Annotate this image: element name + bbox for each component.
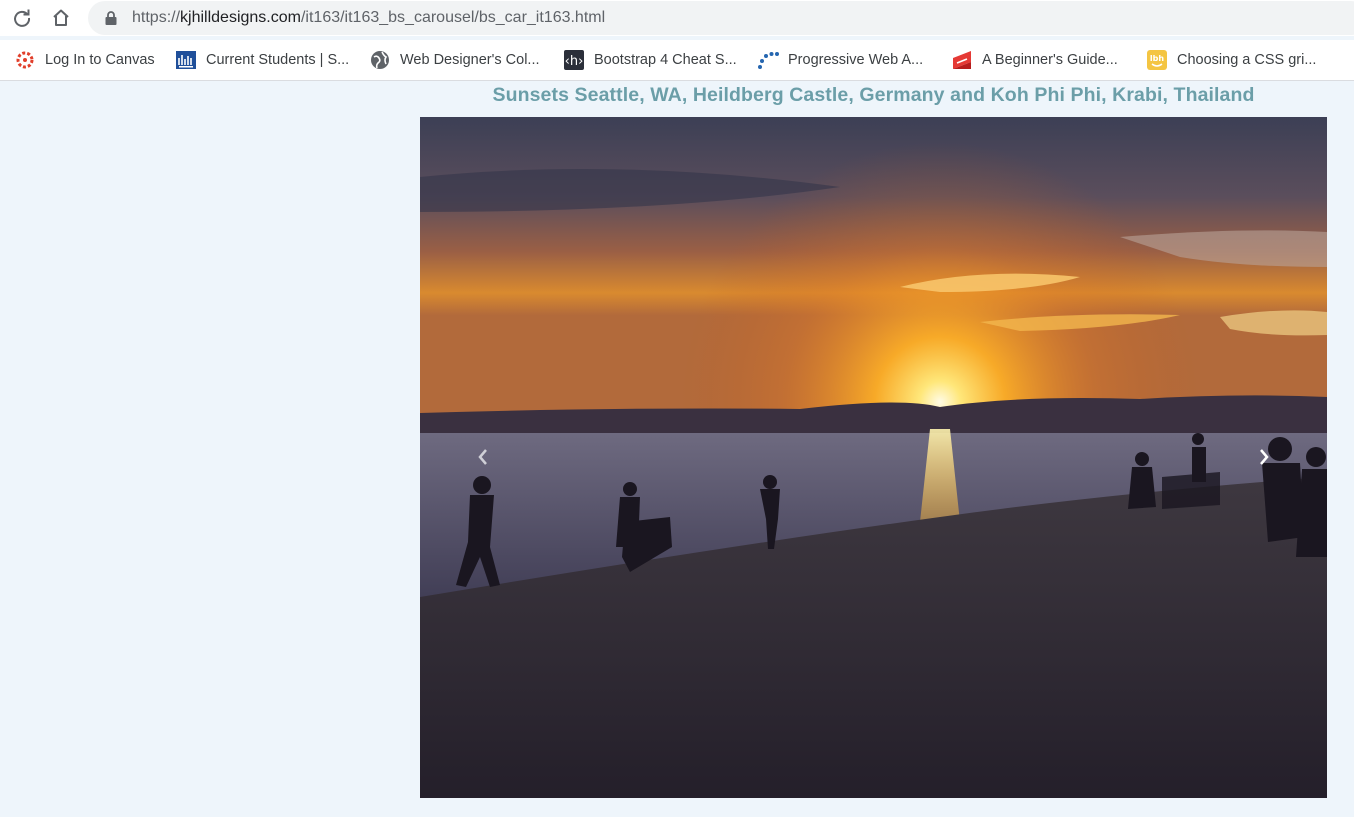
dots-icon — [757, 49, 779, 71]
url-text: https://kjhilldesigns.com/it163/it163_bs… — [132, 9, 605, 27]
h-icon: ‹h› — [563, 49, 585, 71]
bookmark-bootstrap-cheat[interactable]: ‹h› Bootstrap 4 Cheat S... — [563, 48, 737, 72]
svg-text:lbh: lbh — [1150, 54, 1164, 63]
globe-icon — [369, 49, 391, 71]
url-path: /it163/it163_bs_carousel/bs_car_it163.ht… — [300, 9, 606, 26]
bookmark-progressive-web[interactable]: Progressive Web A... — [757, 48, 923, 72]
bookmark-canvas[interactable]: Log In to Canvas — [14, 48, 155, 72]
browser-toolbar: https://kjhilldesigns.com/it163/it163_bs… — [0, 0, 1354, 36]
bookmark-current-students[interactable]: Current Students | S... — [175, 48, 349, 72]
bookmark-beginners-guide[interactable]: A Beginner's Guide... — [951, 48, 1118, 72]
bookmark-label: Log In to Canvas — [45, 52, 155, 68]
bookmark-css-grid[interactable]: lbh Choosing a CSS gri... — [1146, 48, 1316, 72]
bookmark-web-designer[interactable]: Web Designer's Col... — [369, 48, 540, 72]
reload-button[interactable] — [10, 6, 34, 30]
college-icon — [175, 49, 197, 71]
bookmark-label: Web Designer's Col... — [400, 52, 540, 68]
url-scheme: https:// — [132, 9, 181, 26]
address-bar[interactable]: https://kjhilldesigns.com/it163/it163_bs… — [88, 1, 1354, 35]
url-host: kjhilldesigns.com — [180, 9, 301, 26]
image-carousel — [420, 117, 1327, 798]
bookmark-label: Current Students | S... — [206, 52, 350, 68]
svg-text:‹h›: ‹h› — [565, 54, 584, 69]
bookmark-label: Progressive Web A... — [788, 52, 924, 68]
lock-icon — [105, 11, 117, 25]
bookmark-label: A Beginner's Guide... — [982, 52, 1118, 68]
bookmark-label: Bootstrap 4 Cheat S... — [594, 52, 737, 68]
scotch-icon — [951, 49, 973, 71]
canvas-icon — [14, 49, 36, 71]
home-button[interactable] — [49, 6, 73, 30]
sunset-beach-image — [420, 117, 1327, 798]
lbh-icon: lbh — [1146, 49, 1168, 71]
page-title: Sunsets Seattle, WA, Heildberg Castle, G… — [492, 84, 1255, 106]
carousel-prev-button[interactable] — [438, 417, 528, 497]
bookmarks-bar: Log In to Canvas Current Students | S...… — [0, 40, 1354, 81]
reload-icon — [14, 9, 31, 27]
home-icon — [53, 9, 69, 26]
bookmark-label: Choosing a CSS gri... — [1177, 52, 1317, 68]
carousel-next-button[interactable] — [1219, 417, 1309, 497]
chevron-right-icon — [1260, 449, 1269, 465]
chevron-left-icon — [478, 449, 487, 465]
